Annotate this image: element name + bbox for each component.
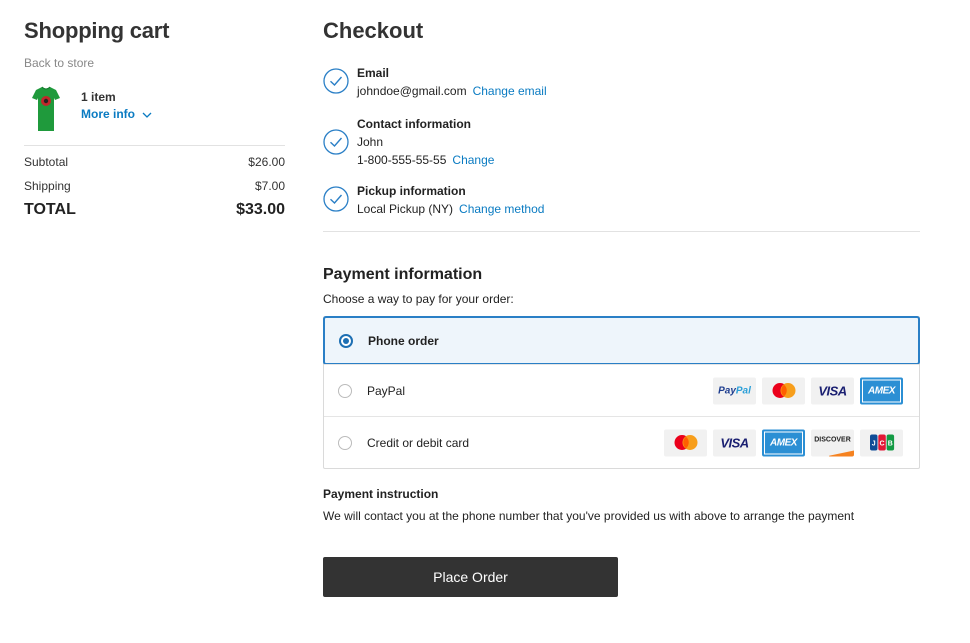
check-circle-icon: [323, 186, 349, 212]
place-order-button[interactable]: Place Order: [323, 557, 618, 597]
contact-label: Contact information: [357, 117, 471, 131]
checkout-divider: [323, 231, 920, 232]
paypal-logo-text-b: Pal: [735, 385, 751, 396]
total-label: TOTAL: [24, 201, 76, 218]
total-row: TOTAL $33.00: [24, 201, 285, 219]
discover-logo: DISCOVER: [811, 429, 854, 456]
shipping-value: $7.00: [254, 179, 285, 193]
subtotal-row: Subtotal $26.00: [24, 155, 285, 169]
payment-title: Payment information: [323, 266, 483, 283]
change-contact-link[interactable]: Change: [452, 153, 494, 167]
paypal-logos: Pay Pal VISA AMEX: [713, 377, 903, 404]
payment-subtitle: Choose a way to pay for your order:: [323, 292, 514, 306]
total-value: $33.00: [236, 201, 285, 218]
svg-text:C: C: [879, 441, 884, 448]
jcb-logo: J C B: [860, 429, 903, 456]
subtotal-label: Subtotal: [24, 155, 69, 169]
email-step: Email johndoe@gmail.com Change email: [323, 66, 547, 98]
change-method-link[interactable]: Change method: [459, 202, 544, 216]
contact-name: John: [357, 135, 384, 149]
more-info-toggle[interactable]: More info: [81, 107, 152, 121]
cart-divider: [24, 145, 285, 146]
discover-logo-text: DISCOVER: [814, 436, 851, 443]
amex-logo: AMEX: [762, 429, 805, 456]
mastercard-logo: [664, 429, 707, 456]
radio-selected[interactable]: [339, 333, 353, 348]
radio-unselected[interactable]: [338, 383, 352, 398]
payment-option-paypal[interactable]: PayPal Pay Pal VISA AMEX: [324, 364, 919, 416]
amex-logo: AMEX: [860, 377, 903, 404]
pickup-value: Local Pickup (NY): [357, 202, 454, 216]
checkout-title: Checkout: [323, 18, 424, 43]
shipping-label: Shipping: [24, 179, 71, 193]
contact-phone: 1-800-555-55-55: [357, 153, 447, 167]
check-circle-icon: [323, 68, 349, 94]
subtotal-value: $26.00: [248, 155, 285, 169]
svg-text:B: B: [887, 441, 892, 448]
visa-logo: VISA: [811, 377, 854, 404]
payment-instruction-title: Payment instruction: [323, 487, 439, 501]
payment-option-label: Credit or debit card: [367, 435, 470, 450]
product-thumbnail: [24, 84, 68, 132]
email-value: johndoe@gmail.com: [357, 84, 467, 98]
change-email-link[interactable]: Change email: [473, 84, 547, 98]
email-label: Email: [357, 66, 390, 80]
checkout-panel: Checkout Email johndoe@gmail.com Change e…: [323, 18, 920, 597]
payment-option-phone-order[interactable]: Phone order: [323, 316, 920, 365]
cart-title: Shopping cart: [24, 18, 170, 43]
payment-option-label: Phone order: [368, 333, 439, 348]
mastercard-logo: [762, 377, 805, 404]
paypal-logo-text-a: Pay: [718, 385, 736, 396]
shopping-cart-panel: Shopping cart Back to store 1 item More …: [24, 18, 285, 219]
svg-text:J: J: [871, 441, 875, 448]
payment-option-card[interactable]: Credit or debit card VISA AMEX DISCOVER …: [324, 416, 919, 468]
chevron-down-icon: [142, 107, 152, 121]
payment-instruction-text: We will contact you at the phone number …: [323, 509, 855, 523]
contact-step: Contact information John 1-800-555-55-55…: [323, 117, 494, 167]
shipping-row: Shipping $7.00: [24, 179, 285, 193]
cart-item: 1 item More info: [24, 84, 285, 132]
check-circle-icon: [323, 129, 349, 155]
radio-unselected[interactable]: [338, 435, 352, 450]
visa-logo: VISA: [713, 429, 756, 456]
pickup-label: Pickup information: [357, 184, 466, 198]
item-count: 1 item: [81, 90, 116, 104]
back-to-store-link[interactable]: Back to store: [24, 56, 285, 70]
card-logos: VISA AMEX DISCOVER J C B: [664, 429, 903, 456]
payment-option-label: PayPal: [367, 383, 406, 398]
more-info-label: More info: [81, 107, 135, 121]
pickup-step: Pickup information Local Pickup (NY) Chan…: [323, 184, 544, 216]
paypal-logo: Pay Pal: [713, 377, 756, 404]
payment-options: Phone order PayPal Pay Pal VISA AMEX Cred…: [323, 316, 920, 469]
